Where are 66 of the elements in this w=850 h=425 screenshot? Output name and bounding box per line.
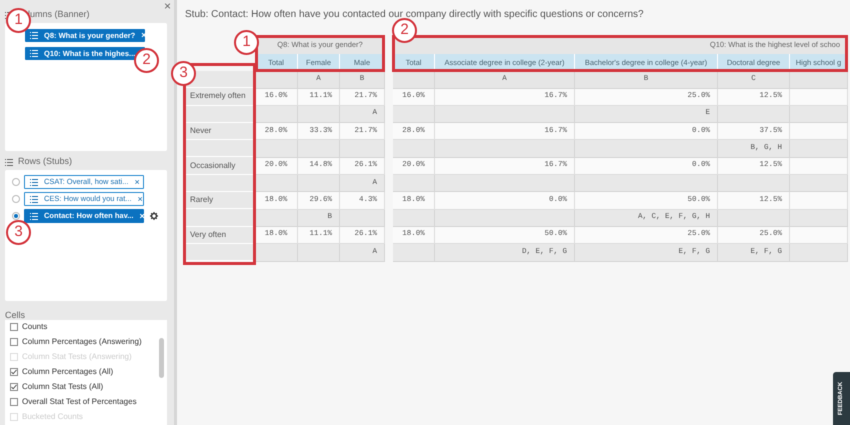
remove-icon[interactable]: × <box>139 212 145 220</box>
table-cell <box>298 106 340 124</box>
table-cell <box>393 71 435 89</box>
section-title: Cells <box>5 309 26 320</box>
table-cell <box>790 226 848 244</box>
list-icon <box>30 196 38 202</box>
remove-icon[interactable]: × <box>134 178 140 186</box>
row-label: Occasionally <box>183 157 255 175</box>
checkbox[interactable] <box>10 368 18 376</box>
radio-button[interactable] <box>12 178 20 186</box>
table-cell <box>298 175 340 192</box>
table-cell <box>790 244 848 262</box>
grip-icon <box>5 158 13 166</box>
table-cell <box>790 175 848 192</box>
table-cell <box>790 71 848 89</box>
option-label: Column Percentages (All) <box>22 366 114 378</box>
table-cell <box>393 106 435 124</box>
table-cell <box>255 244 298 262</box>
table-cell <box>255 175 298 192</box>
checkbox[interactable] <box>10 338 18 346</box>
table-cell <box>718 210 790 227</box>
list-icon <box>30 178 38 186</box>
option-label: Overall Stat Test of Percentages <box>22 396 137 408</box>
checkbox[interactable] <box>10 323 18 331</box>
table-title: Stub: Contact: How often have you contacted our company directly with specific questions or concerns? <box>184 9 644 21</box>
table-cell <box>790 210 848 227</box>
row-label: Extremely often <box>183 88 255 106</box>
radio-button[interactable] <box>12 195 20 203</box>
table-cell <box>790 123 848 140</box>
table-cell <box>298 140 340 158</box>
list-icon <box>30 212 38 220</box>
table-cell <box>255 140 298 158</box>
table-cell <box>255 106 298 124</box>
scrollbar[interactable] <box>159 338 164 378</box>
checkbox[interactable] <box>10 383 18 391</box>
table-cell <box>298 244 340 262</box>
table-cell <box>340 140 385 158</box>
table-cell <box>183 140 255 158</box>
table-cell <box>393 244 435 262</box>
table-cell <box>718 106 790 124</box>
table-cell <box>393 140 435 158</box>
table-cell <box>393 210 435 227</box>
table-cell <box>790 192 848 210</box>
option-label: Counts <box>22 321 48 333</box>
table-cell <box>790 158 848 176</box>
table-cell <box>340 210 385 227</box>
row-label: Rarely <box>183 192 255 210</box>
callout-number: 1 <box>234 30 259 55</box>
option-label: Column Percentages (Answering) <box>22 336 142 348</box>
table-cell <box>790 140 848 158</box>
callout-number: 2 <box>392 18 417 43</box>
table-cell <box>255 210 298 227</box>
section-title: Rows (Stubs) <box>18 155 72 168</box>
table-cell <box>790 88 848 106</box>
list-icon <box>30 50 38 57</box>
table-cell <box>183 209 255 227</box>
close-button[interactable]: × <box>164 0 171 12</box>
list-icon <box>30 32 38 39</box>
checkbox[interactable] <box>10 398 18 406</box>
table-cell <box>790 106 848 124</box>
settings-icon[interactable] <box>150 212 158 220</box>
table-cell <box>393 175 435 192</box>
table-cell <box>718 175 790 192</box>
option-label: Column Stat Tests (All) <box>22 381 104 393</box>
table-cell <box>255 71 298 89</box>
remove-icon[interactable]: × <box>138 194 143 204</box>
